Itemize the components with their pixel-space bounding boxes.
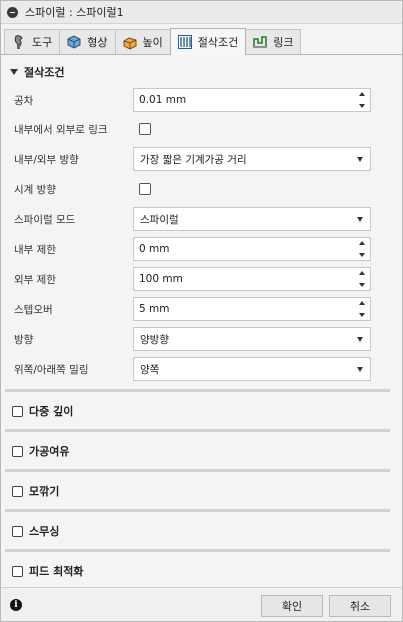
spiral-mode-select[interactable]: 스파이럴 [133,207,371,231]
label-spiral-mode: 스파이럴 모드 [14,213,76,226]
section-stock-to-leave[interactable]: 가공여유 [12,443,69,459]
row-clockwise: 시계 방향 [14,177,374,201]
cancel-button[interactable]: 취소 [329,595,391,617]
link-in-out-checkbox[interactable] [139,123,151,135]
outer-limit-stepper[interactable] [356,268,368,290]
dialog-title: 스파이럴 : 스파이럴1 [25,6,124,19]
direction-select[interactable]: 양방향 [133,327,371,351]
tolerance-input[interactable]: 0.01 mm [133,88,371,112]
section-feed-optimization[interactable]: 피드 최적화 [12,563,83,579]
section-divider [5,509,390,512]
row-link-in-out: 내부에서 외부로 링크 [14,117,374,141]
title-bar: 스파이럴 : 스파이럴1 [1,1,402,24]
smoothing-checkbox[interactable] [12,525,23,537]
label-outer-limit: 외부 제한 [14,273,56,286]
tab-passes[interactable]: 절삭조건 [169,28,247,55]
fillets-checkbox[interactable] [12,485,23,497]
dialog-footer: i 확인 취소 [1,587,402,621]
section-divider [5,469,390,472]
spin-down-icon [359,313,365,317]
section-passes-title: 절삭조건 [24,66,65,79]
chevron-down-icon [357,366,363,372]
feed-optimization-checkbox[interactable] [12,565,23,577]
up-down-milling-select[interactable]: 양쪽 [133,357,371,381]
label-up-down-milling: 위쪽/아래쪽 밀링 [14,363,89,376]
label-clockwise: 시계 방향 [14,183,56,196]
heights-icon [121,33,139,51]
tab-linking[interactable]: 링크 [245,29,302,54]
tab-bar: 도구 형상 높이 절삭조건 링크 [1,28,402,55]
spiral-dialog: 스파이럴 : 스파이럴1 도구 형상 높이 절삭조건 링크 절삭조건 공차 0.… [0,0,403,622]
spin-up-icon [359,92,365,96]
collapse-dialog-icon[interactable] [7,6,18,18]
section-divider [5,549,390,552]
label-in-out-direction: 내부/외부 방향 [14,153,79,166]
spin-up-icon [359,241,365,245]
section-multiple-depths-title: 다중 깊이 [29,405,74,418]
tolerance-stepper[interactable] [356,89,368,111]
up-down-milling-value: 양쪽 [140,363,160,376]
ok-button[interactable]: 확인 [261,595,323,617]
tab-heights[interactable]: 높이 [114,29,171,54]
label-tolerance: 공차 [14,94,34,107]
inner-limit-stepper[interactable] [356,238,368,260]
tab-passes-label: 절삭조건 [197,36,239,49]
label-inner-limit: 내부 제한 [14,243,56,256]
chevron-down-icon [357,336,363,342]
in-out-direction-select[interactable]: 가장 짧은 기계가공 거리 [133,147,371,171]
stepover-input[interactable]: 5 mm [133,297,371,321]
stock-to-leave-checkbox[interactable] [12,445,23,457]
stepover-value: 5 mm [139,303,170,315]
info-icon[interactable]: i [10,599,22,611]
tab-tool-label: 도구 [32,36,53,49]
outer-limit-value: 100 mm [139,273,183,285]
section-stock-to-leave-title: 가공여유 [29,445,70,458]
section-collapse-icon [10,69,18,75]
section-smoothing[interactable]: 스무싱 [12,523,59,539]
direction-value: 양방향 [140,333,169,346]
section-multiple-depths[interactable]: 다중 깊이 [12,403,73,419]
spiral-mode-value: 스파이럴 [140,213,179,226]
in-out-direction-value: 가장 짧은 기계가공 거리 [140,153,247,166]
tab-geometry-label: 형상 [87,36,108,49]
spin-down-icon [359,283,365,287]
section-divider [5,429,390,432]
label-direction: 방향 [14,333,34,346]
inner-limit-input[interactable]: 0 mm [133,237,371,261]
linking-icon [251,33,269,51]
section-passes-header[interactable]: 절삭조건 [10,64,64,80]
spin-up-icon [359,271,365,275]
clockwise-checkbox[interactable] [139,183,151,195]
label-stepover: 스텝오버 [14,303,53,316]
tab-heights-label: 높이 [142,36,163,49]
spin-down-icon [359,253,365,257]
stepover-stepper[interactable] [356,298,368,320]
section-fillets[interactable]: 모깎기 [12,483,59,499]
inner-limit-value: 0 mm [139,243,170,255]
tab-geometry[interactable]: 형상 [59,29,116,54]
spin-down-icon [359,104,365,108]
geometry-icon [65,33,83,51]
section-smoothing-title: 스무싱 [29,525,60,538]
label-link-in-out: 내부에서 외부로 링크 [14,123,108,136]
tab-tool[interactable]: 도구 [4,29,61,54]
passes-icon [176,33,194,51]
tab-linking-label: 링크 [273,36,294,49]
multiple-depths-checkbox[interactable] [12,405,23,417]
tool-icon [10,33,28,51]
chevron-down-icon [357,156,363,162]
tolerance-value: 0.01 mm [139,94,187,106]
chevron-down-icon [357,216,363,222]
section-fillets-title: 모깎기 [29,485,60,498]
section-divider [5,389,390,392]
spin-up-icon [359,301,365,305]
section-feed-optimization-title: 피드 최적화 [29,565,84,578]
outer-limit-input[interactable]: 100 mm [133,267,371,291]
